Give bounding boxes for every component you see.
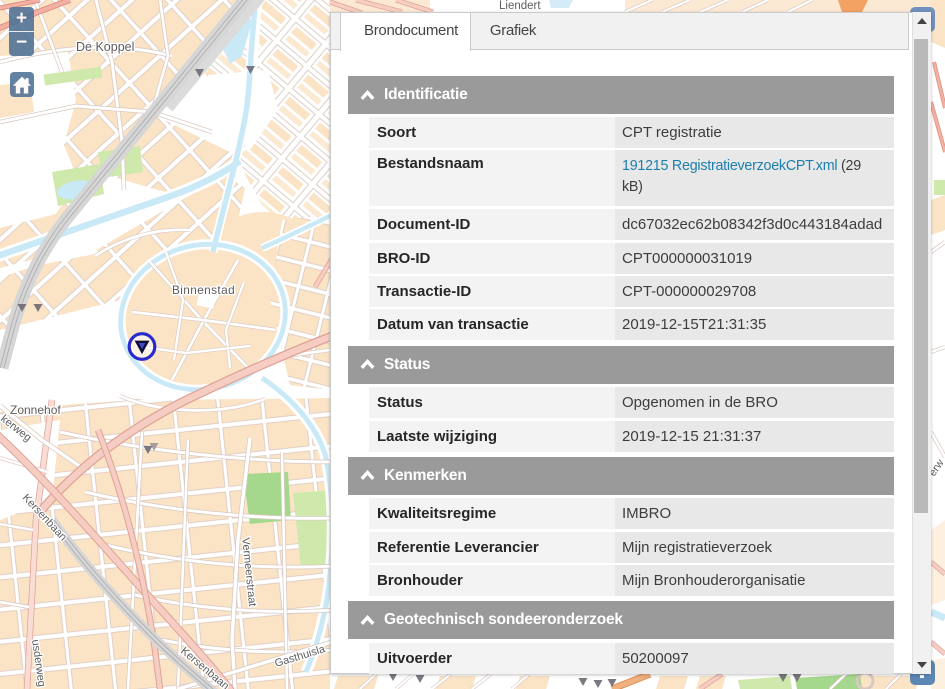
svg-text:Liendert: Liendert <box>499 0 541 12</box>
svg-text:Zonnehof: Zonnehof <box>10 403 61 417</box>
svg-text:Binnenstad: Binnenstad <box>172 283 235 297</box>
svg-text:De Koppel: De Koppel <box>76 40 134 54</box>
